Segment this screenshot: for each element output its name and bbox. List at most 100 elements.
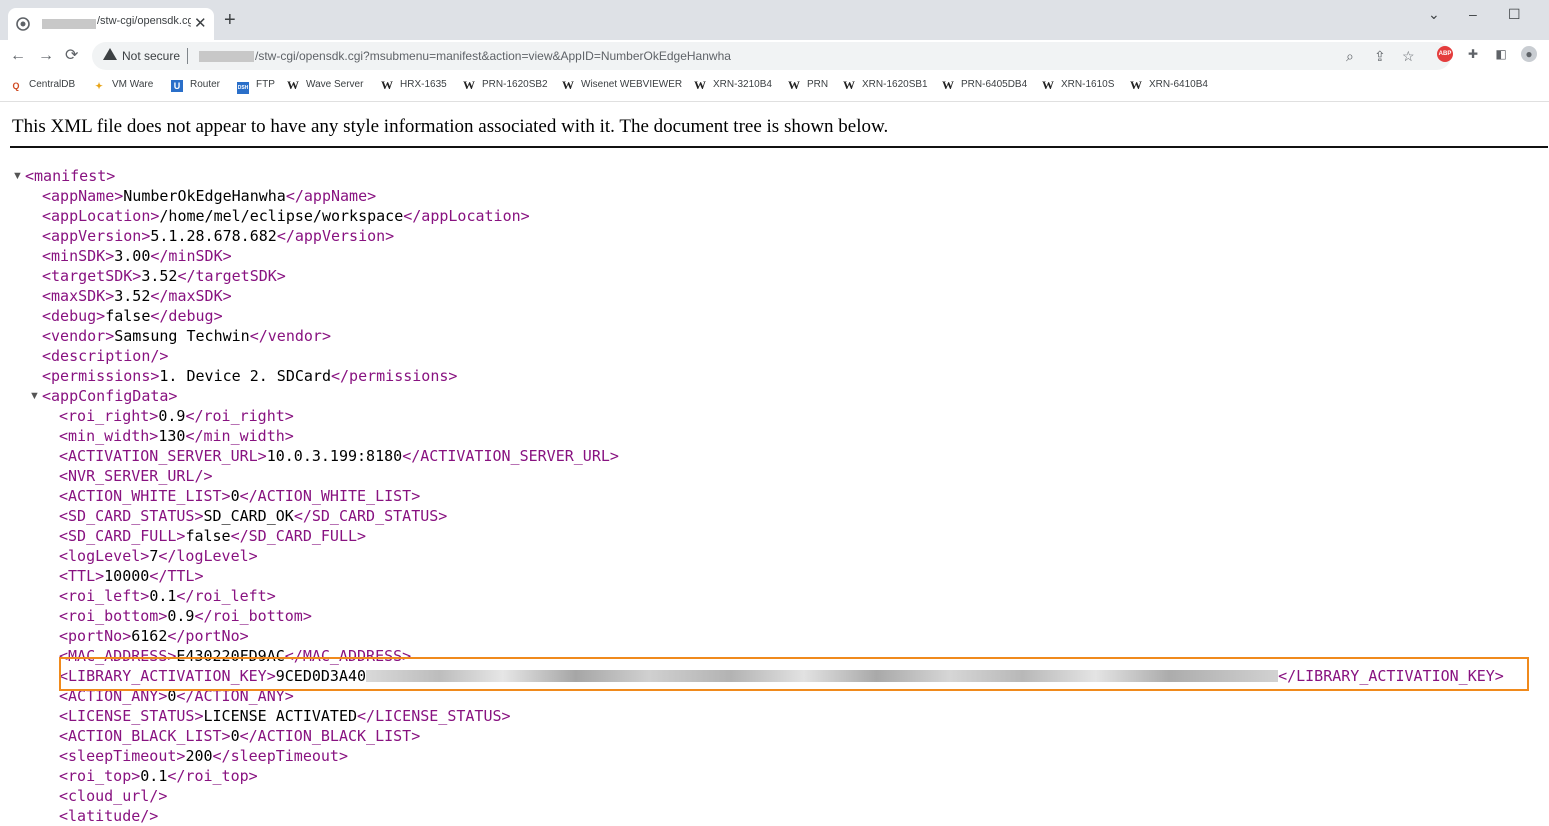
xml-line: <roi_bottom>0.9</roi_bottom> (59, 606, 312, 626)
bookmark-xrn-1610s[interactable]: W XRN-1610S (1042, 79, 1114, 91)
xml-open-tag: <logLevel> (59, 547, 150, 565)
xml-close-tag: </min_width> (185, 427, 294, 445)
xml-close-tag: </TTL> (149, 567, 204, 585)
bookmark-xrn-3210b4[interactable]: W XRN-3210B4 (694, 79, 772, 91)
star-icon[interactable]: ☆ (1402, 47, 1415, 65)
address-bar[interactable]: Not secure /stw-cgi/opensdk.cgi?msubmenu… (92, 42, 1451, 70)
xml-value: 1. Device 2. SDCard (159, 367, 331, 385)
new-tab-button[interactable]: + (224, 10, 236, 30)
bookmark-prn-6405db4[interactable]: W PRN-6405DB4 (942, 79, 1027, 91)
xml-open-tag: <permissions> (42, 367, 160, 385)
xml-line: <targetSDK>3.52</targetSDK> (42, 266, 286, 286)
collapse-appconfig-icon[interactable]: ▼ (29, 386, 40, 406)
xml-value: SD_CARD_OK (203, 507, 294, 525)
xml-open-tag: <ACTIVATION_SERVER_URL> (59, 447, 267, 465)
xml-close-tag: </roi_bottom> (194, 607, 312, 625)
bookmark-vmware[interactable]: ✦ VM Ware (93, 79, 153, 92)
xml-line: <roi_top>0.1</roi_top> (59, 766, 258, 786)
xml-close-tag: </ACTIVATION_SERVER_URL> (402, 447, 619, 465)
bookmark-router[interactable]: U Router (171, 79, 220, 92)
xml-line: <ACTION_WHITE_LIST>0</ACTION_WHITE_LIST> (59, 486, 420, 506)
bookmark-prn[interactable]: W PRN (788, 79, 828, 91)
xml-close-tag: </logLevel> (158, 547, 258, 565)
wisenet-icon: W (381, 78, 393, 92)
xml-open-tag: <roi_bottom> (59, 607, 168, 625)
xml-close-tag: </LICENSE_STATUS> (357, 707, 511, 725)
xml-line: <appLocation>/home/mel/eclipse/workspace… (42, 206, 530, 226)
bookmark-prn-1620sb2[interactable]: W PRN-1620SB2 (463, 79, 548, 91)
collapse-manifest-icon[interactable]: ▼ (12, 166, 23, 186)
bookmark-wave-server[interactable]: W Wave Server (287, 79, 363, 91)
xml-line: <NVR_SERVER_URL/> (59, 466, 213, 486)
xml-open-tag: <ACTION_BLACK_LIST> (59, 727, 231, 745)
browser-toolbar: ← → ⟳ Not secure /stw-cgi/opensdk.cgi?ms… (0, 40, 1549, 72)
tab-title: /stw-cgi/opensdk.cgi (97, 15, 191, 27)
adblock-icon[interactable]: ABP (1437, 46, 1453, 62)
browser-tab[interactable]: /stw-cgi/opensdk.cgi ✕ (8, 8, 214, 40)
toolbar-divider (0, 101, 1549, 102)
manifest-open-tag: <manifest> (25, 167, 116, 185)
reload-button[interactable]: ⟳ (65, 46, 78, 66)
xml-value: 130 (158, 427, 186, 445)
maximize-button[interactable]: ☐ (1508, 4, 1521, 24)
xml-open-tag: <SD_CARD_FULL> (59, 527, 186, 545)
xml-line: <vendor>Samsung Techwin</vendor> (42, 326, 331, 346)
xml-line: <cloud_url/> (59, 786, 167, 806)
warning-icon[interactable] (103, 48, 117, 60)
close-icon[interactable]: ✕ (194, 14, 207, 34)
xml-close-tag: </roi_top> (167, 767, 258, 785)
bookmark-centraldb[interactable]: Q CentralDB (10, 79, 75, 92)
xml-line: <SD_CARD_FULL>false</SD_CARD_FULL> (59, 526, 366, 546)
xml-open-tag: <latitude/> (59, 807, 159, 825)
activation-key-highlight (59, 657, 1529, 691)
bookmark-wisenet-webviewer[interactable]: W Wisenet WEBVIEWER (562, 79, 682, 91)
xml-open-tag: <NVR_SERVER_URL/> (59, 467, 213, 485)
xml-close-tag: </SD_CARD_FULL> (230, 527, 367, 545)
wisenet-icon: W (942, 78, 954, 92)
xml-value: 0 (230, 487, 240, 505)
xml-value: /home/mel/eclipse/workspace (159, 207, 404, 225)
bookmark-xrn-1620sb1[interactable]: W XRN-1620SB1 (843, 79, 928, 91)
xml-open-tag: <appLocation> (42, 207, 160, 225)
wisenet-icon: W (788, 78, 800, 92)
xml-close-tag: </roi_left> (176, 587, 276, 605)
share-icon[interactable]: ⇪ (1374, 47, 1386, 65)
forward-button[interactable]: → (38, 46, 54, 66)
xml-open-tag: <debug> (42, 307, 106, 325)
xml-open-tag: <TTL> (59, 567, 105, 585)
xml-close-tag: </targetSDK> (177, 267, 286, 285)
profile-icon[interactable]: ● (1521, 46, 1537, 62)
bookmark-ftp[interactable]: DSH FTP (237, 79, 275, 94)
xml-close-tag: </roi_right> (185, 407, 294, 425)
side-panel-icon[interactable]: ◧ (1493, 46, 1509, 62)
xml-close-tag: </appLocation> (403, 207, 530, 225)
xml-value: 0.1 (140, 767, 168, 785)
security-label[interactable]: Not secure (122, 49, 180, 63)
xml-close-tag: </vendor> (249, 327, 331, 345)
url-text[interactable]: /stw-cgi/opensdk.cgi?msubmenu=manifest&a… (255, 49, 731, 63)
xml-line: <ACTION_BLACK_LIST>0</ACTION_BLACK_LIST> (59, 726, 420, 746)
tab-search-icon[interactable]: ⌄ (1428, 4, 1440, 24)
xml-value: 7 (149, 547, 159, 565)
xml-line: <TTL>10000</TTL> (59, 566, 204, 586)
xml-close-tag: </minSDK> (150, 247, 232, 265)
xml-line: <LICENSE_STATUS>LICENSE ACTIVATED</LICEN… (59, 706, 511, 726)
appconfig-open-tag: <appConfigData> (42, 387, 178, 405)
bookmark-xrn-6410b4[interactable]: W XRN-6410B4 (1130, 79, 1208, 91)
xml-value: Samsung Techwin (114, 327, 250, 345)
xml-value: 10.0.3.199:8180 (266, 447, 403, 465)
xml-open-tag: <roi_left> (59, 587, 150, 605)
back-button[interactable]: ← (10, 46, 26, 66)
xml-open-tag: <ACTION_WHITE_LIST> (59, 487, 231, 505)
router-icon: U (171, 80, 183, 92)
wisenet-icon: W (562, 78, 574, 92)
bookmarks-bar: Q CentralDB ✦ VM Ware U Router DSH FTP W Wave… (0, 76, 1549, 98)
minimize-button[interactable]: – (1469, 4, 1477, 24)
wisenet-icon: W (287, 78, 299, 92)
bookmark-hrx-1635[interactable]: W HRX-1635 (381, 79, 447, 91)
xml-value: 0 (230, 727, 240, 745)
extensions-icon[interactable]: ✚ (1465, 46, 1481, 62)
xml-line: <roi_left>0.1</roi_left> (59, 586, 276, 606)
xml-close-tag: </sleepTimeout> (212, 747, 348, 765)
zoom-icon[interactable]: ⌕ (1346, 47, 1354, 65)
